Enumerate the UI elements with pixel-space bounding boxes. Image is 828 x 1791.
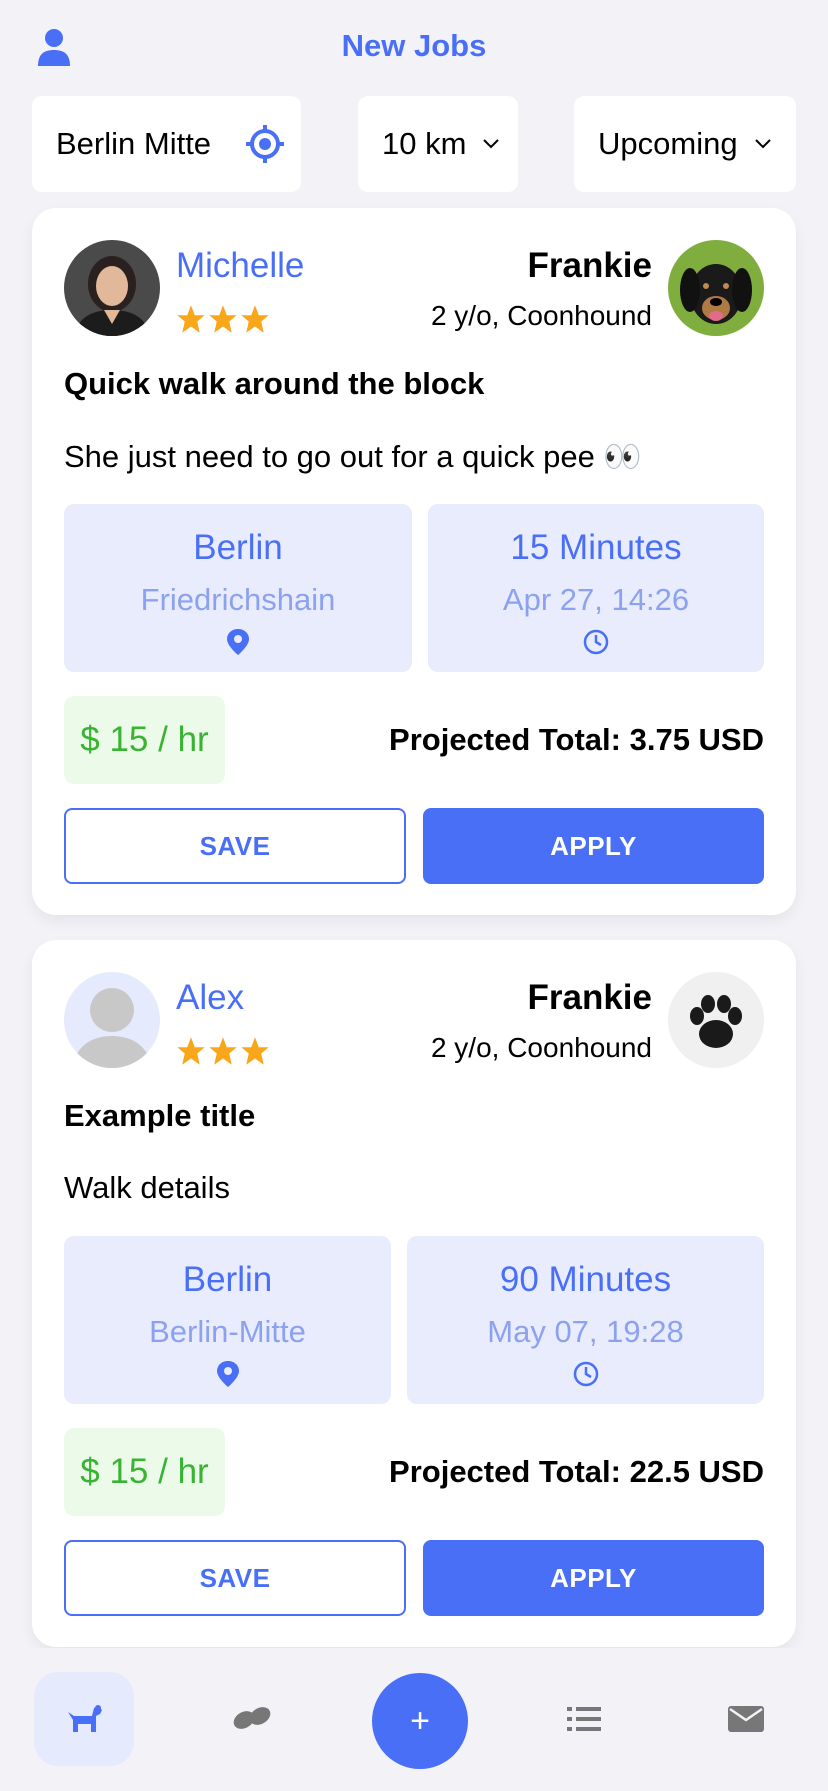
star-icon xyxy=(241,1037,269,1065)
location-area: Friedrichshain xyxy=(140,582,336,617)
walk-details: She just need to go out for a quick pee … xyxy=(64,439,643,474)
job-card[interactable]: Michelle Frankie 2 y/o, Coonhound Quick … xyxy=(32,208,796,915)
location-city: Berlin xyxy=(182,1260,273,1299)
nav-item-jobs[interactable] xyxy=(34,1672,134,1766)
projected-total: Projected Total: 22.5 USD xyxy=(389,1454,764,1489)
map-pin-icon xyxy=(216,1361,239,1387)
time-box: 15 Minutes Apr 27, 14:26 xyxy=(428,504,764,672)
save-button[interactable]: SAVE xyxy=(64,1540,406,1616)
walk-details: Walk details xyxy=(64,1170,230,1205)
pet-photo-placeholder[interactable] xyxy=(668,972,764,1068)
owner-rating xyxy=(176,304,270,334)
hourly-rate: $ 15 / hr xyxy=(64,696,225,784)
owner-rating xyxy=(176,1036,270,1066)
owner-name[interactable]: Michelle xyxy=(176,246,304,286)
dog-icon xyxy=(68,1705,102,1732)
location-city: Berlin xyxy=(193,528,283,567)
timeframe-select-value: Upcoming xyxy=(598,126,738,161)
star-icon xyxy=(209,1037,237,1065)
filter-bar: Berlin Mitte 10 km Upcoming xyxy=(32,96,796,192)
location-box: Berlin Friedrichshain xyxy=(64,504,412,672)
bottom-nav: + xyxy=(0,1648,828,1791)
clock-icon xyxy=(573,1361,598,1387)
chevron-down-icon xyxy=(754,139,771,149)
nav-item-walks[interactable] xyxy=(202,1672,302,1766)
nav-item-list[interactable] xyxy=(534,1672,634,1766)
time-box: 90 Minutes May 07, 19:28 xyxy=(407,1236,764,1404)
datetime: May 07, 19:28 xyxy=(487,1314,684,1349)
pet-name[interactable]: Frankie xyxy=(528,978,653,1018)
owner-avatar[interactable] xyxy=(64,972,160,1068)
duration: 15 Minutes xyxy=(510,528,682,567)
walk-title: Quick walk around the block xyxy=(64,366,485,401)
job-card[interactable]: Alex Frankie 2 y/o, Coonhound Example ti… xyxy=(32,940,796,1647)
location-filter[interactable]: Berlin Mitte xyxy=(32,96,301,192)
mail-icon xyxy=(728,1706,764,1732)
footprints-icon xyxy=(233,1707,271,1729)
location-area: Berlin-Mitte xyxy=(149,1314,306,1349)
distance-select[interactable]: 10 km xyxy=(358,96,518,192)
location-filter-label: Berlin Mitte xyxy=(56,126,212,161)
map-pin-icon xyxy=(227,629,249,655)
datetime: Apr 27, 14:26 xyxy=(502,582,690,617)
header: New Jobs xyxy=(0,0,828,96)
location-box: Berlin Berlin-Mitte xyxy=(64,1236,391,1404)
duration: 90 Minutes xyxy=(499,1260,672,1299)
add-job-button[interactable]: + xyxy=(372,1673,468,1769)
owner-name[interactable]: Alex xyxy=(176,978,244,1018)
clock-icon xyxy=(583,629,609,655)
distance-select-value: 10 km xyxy=(382,126,467,161)
plus-icon: + xyxy=(410,1701,430,1740)
page-title: New Jobs xyxy=(341,28,487,63)
star-icon xyxy=(177,1037,205,1065)
star-icon xyxy=(209,305,237,333)
save-button[interactable]: SAVE xyxy=(64,808,406,884)
walk-title: Example title xyxy=(64,1098,256,1133)
timeframe-select[interactable]: Upcoming xyxy=(574,96,796,192)
pet-info: 2 y/o, Coonhound xyxy=(430,300,652,331)
locate-icon[interactable] xyxy=(245,124,285,164)
pet-photo[interactable] xyxy=(668,240,764,336)
projected-total: Projected Total: 3.75 USD xyxy=(389,722,764,757)
owner-avatar[interactable] xyxy=(64,240,160,336)
apply-button[interactable]: APPLY xyxy=(423,808,764,884)
list-icon xyxy=(567,1707,601,1731)
pet-info: 2 y/o, Coonhound xyxy=(430,1032,652,1063)
apply-button[interactable]: APPLY xyxy=(423,1540,764,1616)
star-icon xyxy=(177,305,205,333)
pet-name[interactable]: Frankie xyxy=(528,246,653,286)
chevron-down-icon xyxy=(483,139,500,149)
hourly-rate: $ 15 / hr xyxy=(64,1428,225,1516)
star-icon xyxy=(241,305,269,333)
nav-item-messages[interactable] xyxy=(696,1672,796,1766)
